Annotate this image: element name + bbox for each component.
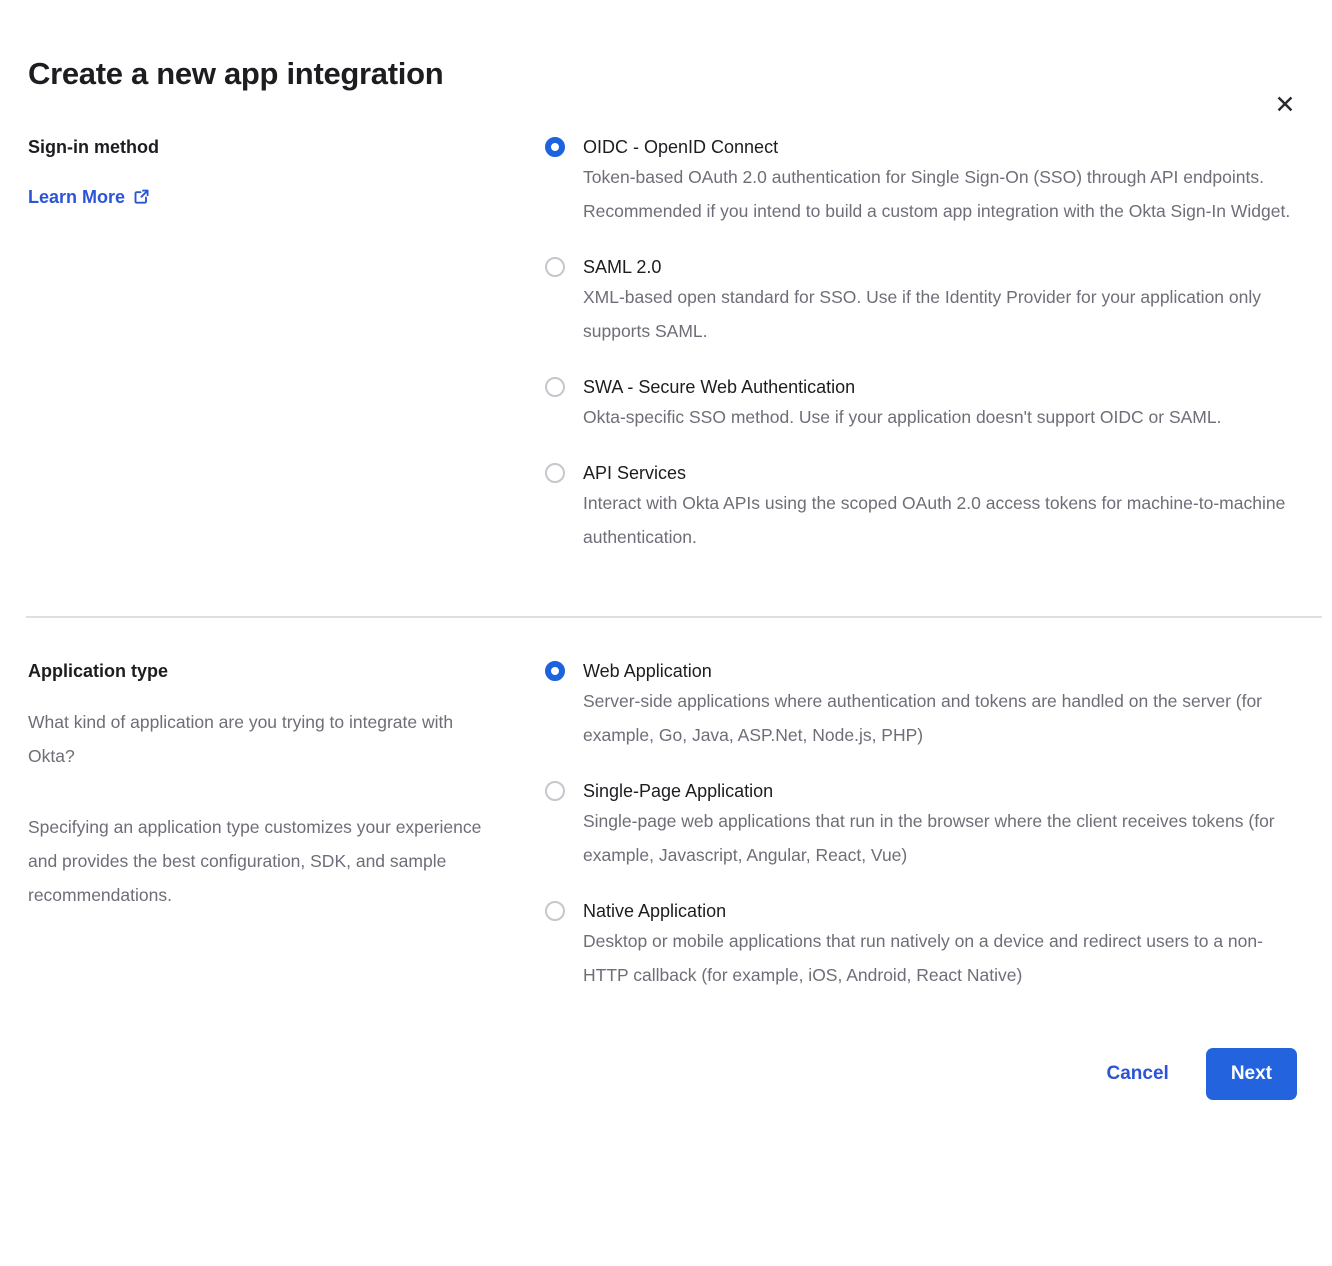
- radio-oidc[interactable]: [545, 137, 565, 157]
- signin-method-label: Sign-in method: [28, 134, 528, 159]
- learn-more-label: Learn More: [28, 187, 125, 208]
- option-oidc-label: OIDC - OpenID Connect: [583, 134, 1296, 160]
- signin-method-section: Sign-in method Learn More OIDC - OpenID …: [0, 134, 1332, 554]
- option-oidc-description: Token-based OAuth 2.0 authentication for…: [583, 160, 1296, 228]
- cancel-button[interactable]: Cancel: [1107, 1063, 1169, 1085]
- application-type-left-column: Application type What kind of applicatio…: [28, 658, 528, 912]
- option-swa-description: Okta-specific SSO method. Use if your ap…: [583, 400, 1221, 434]
- option-api-services-label: API Services: [583, 460, 1296, 486]
- option-web-application[interactable]: Web Application Server-side applications…: [545, 658, 1296, 752]
- application-type-section: Application type What kind of applicatio…: [0, 658, 1332, 992]
- option-single-page-application-description: Single-page web applications that run in…: [583, 804, 1296, 872]
- application-type-options: Web Application Server-side applications…: [545, 658, 1296, 992]
- page-title: Create a new app integration: [28, 56, 1332, 92]
- application-type-label: Application type: [28, 658, 528, 683]
- option-native-application-description: Desktop or mobile applications that run …: [583, 924, 1296, 992]
- next-button[interactable]: Next: [1206, 1048, 1297, 1100]
- option-api-services-description: Interact with Okta APIs using the scoped…: [583, 486, 1296, 554]
- option-web-application-label: Web Application: [583, 658, 1296, 684]
- option-single-page-application-label: Single-Page Application: [583, 778, 1296, 804]
- modal-footer: Cancel Next: [0, 1048, 1332, 1100]
- option-saml-label: SAML 2.0: [583, 254, 1296, 280]
- external-link-icon: [134, 188, 149, 209]
- option-web-application-description: Server-side applications where authentic…: [583, 684, 1296, 752]
- radio-web-application[interactable]: [545, 661, 565, 681]
- option-swa-label: SWA - Secure Web Authentication: [583, 374, 1221, 400]
- radio-single-page-application[interactable]: [545, 781, 565, 801]
- radio-api-services[interactable]: [545, 463, 565, 483]
- section-divider: [26, 616, 1322, 618]
- radio-saml[interactable]: [545, 257, 565, 277]
- application-type-description-2: Specifying an application type customize…: [28, 810, 500, 912]
- option-oidc[interactable]: OIDC - OpenID Connect Token-based OAuth …: [545, 134, 1296, 228]
- option-api-services[interactable]: API Services Interact with Okta APIs usi…: [545, 460, 1296, 554]
- application-type-description-1: What kind of application are you trying …: [28, 705, 500, 773]
- option-swa[interactable]: SWA - Secure Web Authentication Okta-spe…: [545, 374, 1296, 434]
- option-saml[interactable]: SAML 2.0 XML-based open standard for SSO…: [545, 254, 1296, 348]
- close-icon[interactable]: ✕: [1272, 92, 1298, 118]
- signin-method-left-column: Sign-in method Learn More: [28, 134, 528, 209]
- option-single-page-application[interactable]: Single-Page Application Single-page web …: [545, 778, 1296, 872]
- radio-native-application[interactable]: [545, 901, 565, 921]
- option-saml-description: XML-based open standard for SSO. Use if …: [583, 280, 1296, 348]
- option-native-application-label: Native Application: [583, 898, 1296, 924]
- learn-more-link[interactable]: Learn More: [28, 186, 149, 209]
- radio-swa[interactable]: [545, 377, 565, 397]
- option-native-application[interactable]: Native Application Desktop or mobile app…: [545, 898, 1296, 992]
- signin-method-options: OIDC - OpenID Connect Token-based OAuth …: [545, 134, 1296, 554]
